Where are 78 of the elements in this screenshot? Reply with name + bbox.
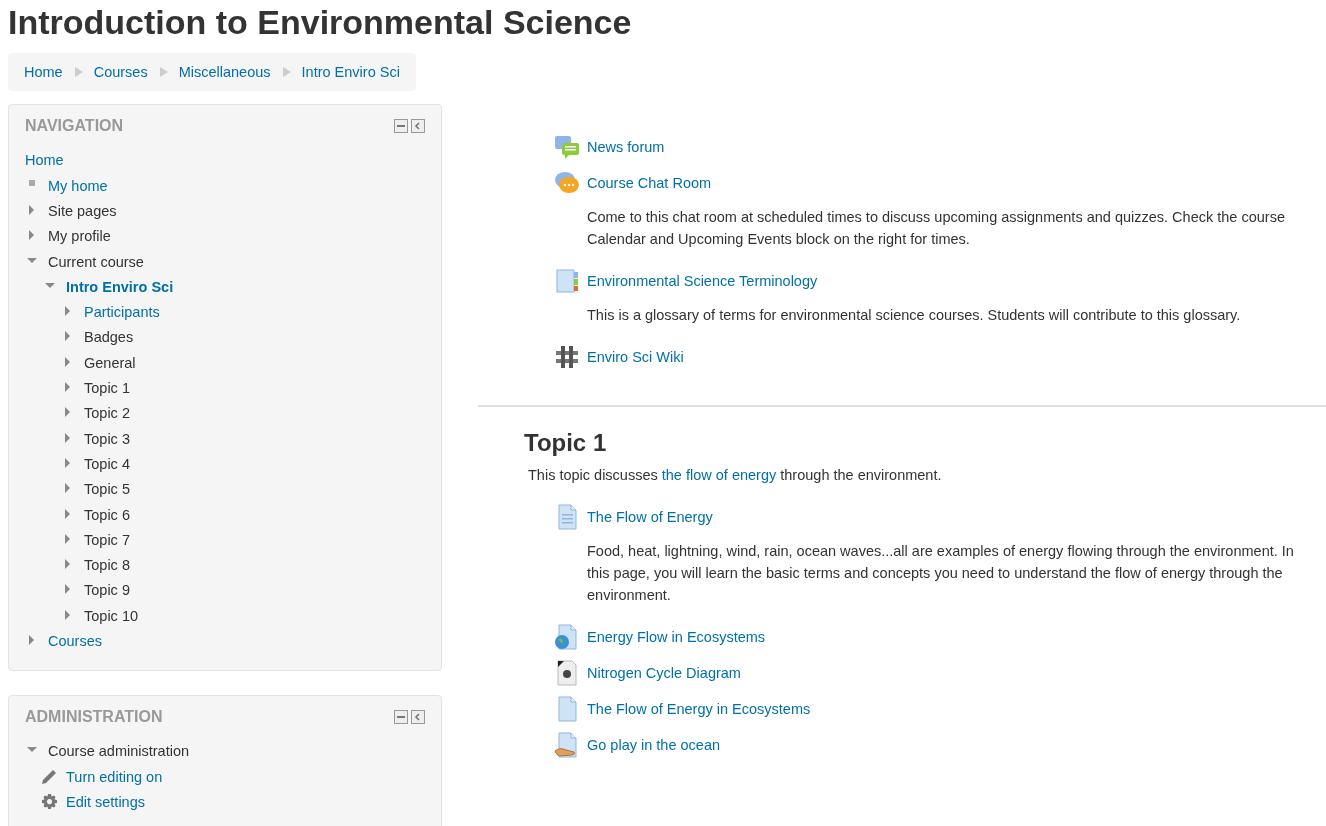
nav-item[interactable]: Site pages	[48, 202, 117, 219]
forum-bubbles-icon	[554, 134, 580, 160]
chat-bubbles-icon	[554, 170, 580, 196]
nav-item[interactable]: Intro Enviro Sci	[66, 278, 174, 295]
nav-item[interactable]: Edit settings	[66, 793, 145, 810]
nav-item[interactable]: Topic 9	[84, 582, 130, 599]
minimize-icon[interactable]	[394, 119, 408, 133]
breadcrumb-link[interactable]: Home	[24, 64, 63, 80]
nav-item[interactable]: Topic 7	[84, 531, 130, 548]
activity-link[interactable]: Environmental Science Terminology	[587, 273, 818, 289]
collapsed-triangle-icon[interactable]	[63, 608, 73, 621]
activity-link[interactable]: Go play in the ocean	[587, 737, 720, 753]
breadcrumb-link[interactable]: Miscellaneous	[178, 64, 271, 80]
nav-home-link[interactable]: Home	[25, 148, 425, 173]
separator-arrow-icon	[73, 67, 83, 77]
collapsed-triangle-icon[interactable]	[63, 330, 73, 343]
nav-item[interactable]: Participants	[84, 304, 160, 321]
collapsed-triangle-icon[interactable]	[63, 431, 73, 444]
block-title: NAVIGATION	[25, 117, 124, 135]
topic-heading: Topic 1	[524, 429, 608, 457]
nav-item[interactable]: Badges	[84, 329, 134, 346]
block-title: ADMINISTRATION	[25, 707, 163, 726]
nav-item[interactable]: Topic 5	[84, 481, 130, 498]
collapsed-triangle-icon[interactable]	[63, 558, 73, 571]
image-file-icon	[554, 660, 580, 686]
minimize-icon[interactable]	[394, 709, 408, 724]
page-title: Introduction to Environmental Science	[7, 2, 633, 43]
nav-item[interactable]: Topic 2	[84, 405, 130, 422]
collapsed-triangle-icon[interactable]	[27, 203, 37, 216]
collapsed-triangle-icon[interactable]	[27, 634, 37, 646]
nav-item[interactable]: Course administration	[48, 743, 190, 760]
gear-icon	[40, 792, 58, 811]
hand-document-icon	[554, 732, 580, 758]
lattice-icon	[554, 344, 580, 370]
nav-item[interactable]: Courses	[48, 633, 102, 649]
nav-item[interactable]: Topic 4	[84, 455, 130, 472]
activity-link[interactable]: News forum	[587, 139, 665, 155]
nav-item[interactable]: Topic 6	[84, 506, 130, 523]
breadcrumb-link[interactable]: Intro Enviro Sci	[301, 64, 400, 80]
collapsed-triangle-icon[interactable]	[27, 229, 37, 242]
collapsed-triangle-icon[interactable]	[63, 305, 73, 318]
nav-item[interactable]: Topic 10	[84, 607, 138, 624]
book-icon	[554, 268, 580, 294]
breadcrumb-link[interactable]: Courses	[93, 64, 148, 80]
collapsed-triangle-icon[interactable]	[63, 583, 73, 596]
activity-link[interactable]: The Flow of Energy	[587, 509, 713, 525]
activity-description: This is a glossary of terms for environmental science courses. Students will contribute to this glossary.	[587, 306, 1242, 325]
activity-link[interactable]: Energy Flow in Ecosystems	[587, 629, 766, 645]
activity-description: Come to this chat room at scheduled times to discuss upcoming assignments and quizzes. Check the course Calendar and Upcoming Events block on the right for times.	[587, 208, 1286, 249]
nav-item[interactable]: My profile	[48, 228, 111, 245]
activity-link[interactable]: Course Chat Room	[587, 175, 712, 191]
collapsed-triangle-icon[interactable]	[63, 532, 73, 545]
nav-item[interactable]: Current course	[48, 253, 144, 270]
activity-link[interactable]: Nitrogen Cycle Diagram	[587, 665, 741, 681]
collapsed-triangle-icon[interactable]	[63, 456, 73, 469]
dock-icon[interactable]	[411, 709, 425, 724]
collapsed-triangle-icon[interactable]	[63, 482, 73, 495]
collapsed-triangle-icon[interactable]	[63, 355, 73, 368]
pencil-icon	[40, 767, 58, 786]
nav-item[interactable]: Topic 8	[84, 557, 130, 574]
separator-arrow-icon	[281, 67, 291, 77]
activity-description: Food, heat, lightning, wind, rain, ocean waves...all are examples of energy flowing through the environment. In this page, you will learn the basic terms and concepts you need to understand the flow of energy through the environment.	[587, 542, 1295, 605]
topic-summary: This topic discusses the flow of energy through the environment.	[528, 467, 943, 483]
nav-item[interactable]: General	[84, 354, 136, 371]
summary-link[interactable]: the flow of energy	[661, 467, 777, 483]
nav-item[interactable]: Topic 3	[84, 430, 130, 447]
globe-document-icon	[554, 624, 580, 650]
dock-icon[interactable]	[411, 119, 425, 133]
collapsed-triangle-icon[interactable]	[63, 381, 73, 393]
collapsed-triangle-icon[interactable]	[63, 406, 73, 419]
activity-link[interactable]: The Flow of Energy in Ecosystems	[587, 701, 811, 717]
activity-link[interactable]: Enviro Sci Wiki	[587, 349, 684, 365]
bullet-icon	[29, 179, 35, 186]
nav-item[interactable]: Topic 1	[84, 380, 130, 396]
nav-item[interactable]: Turn editing on	[66, 768, 163, 785]
nav-item[interactable]: My home	[48, 177, 108, 194]
collapsed-triangle-icon[interactable]	[63, 507, 73, 520]
separator-arrow-icon	[158, 67, 168, 77]
